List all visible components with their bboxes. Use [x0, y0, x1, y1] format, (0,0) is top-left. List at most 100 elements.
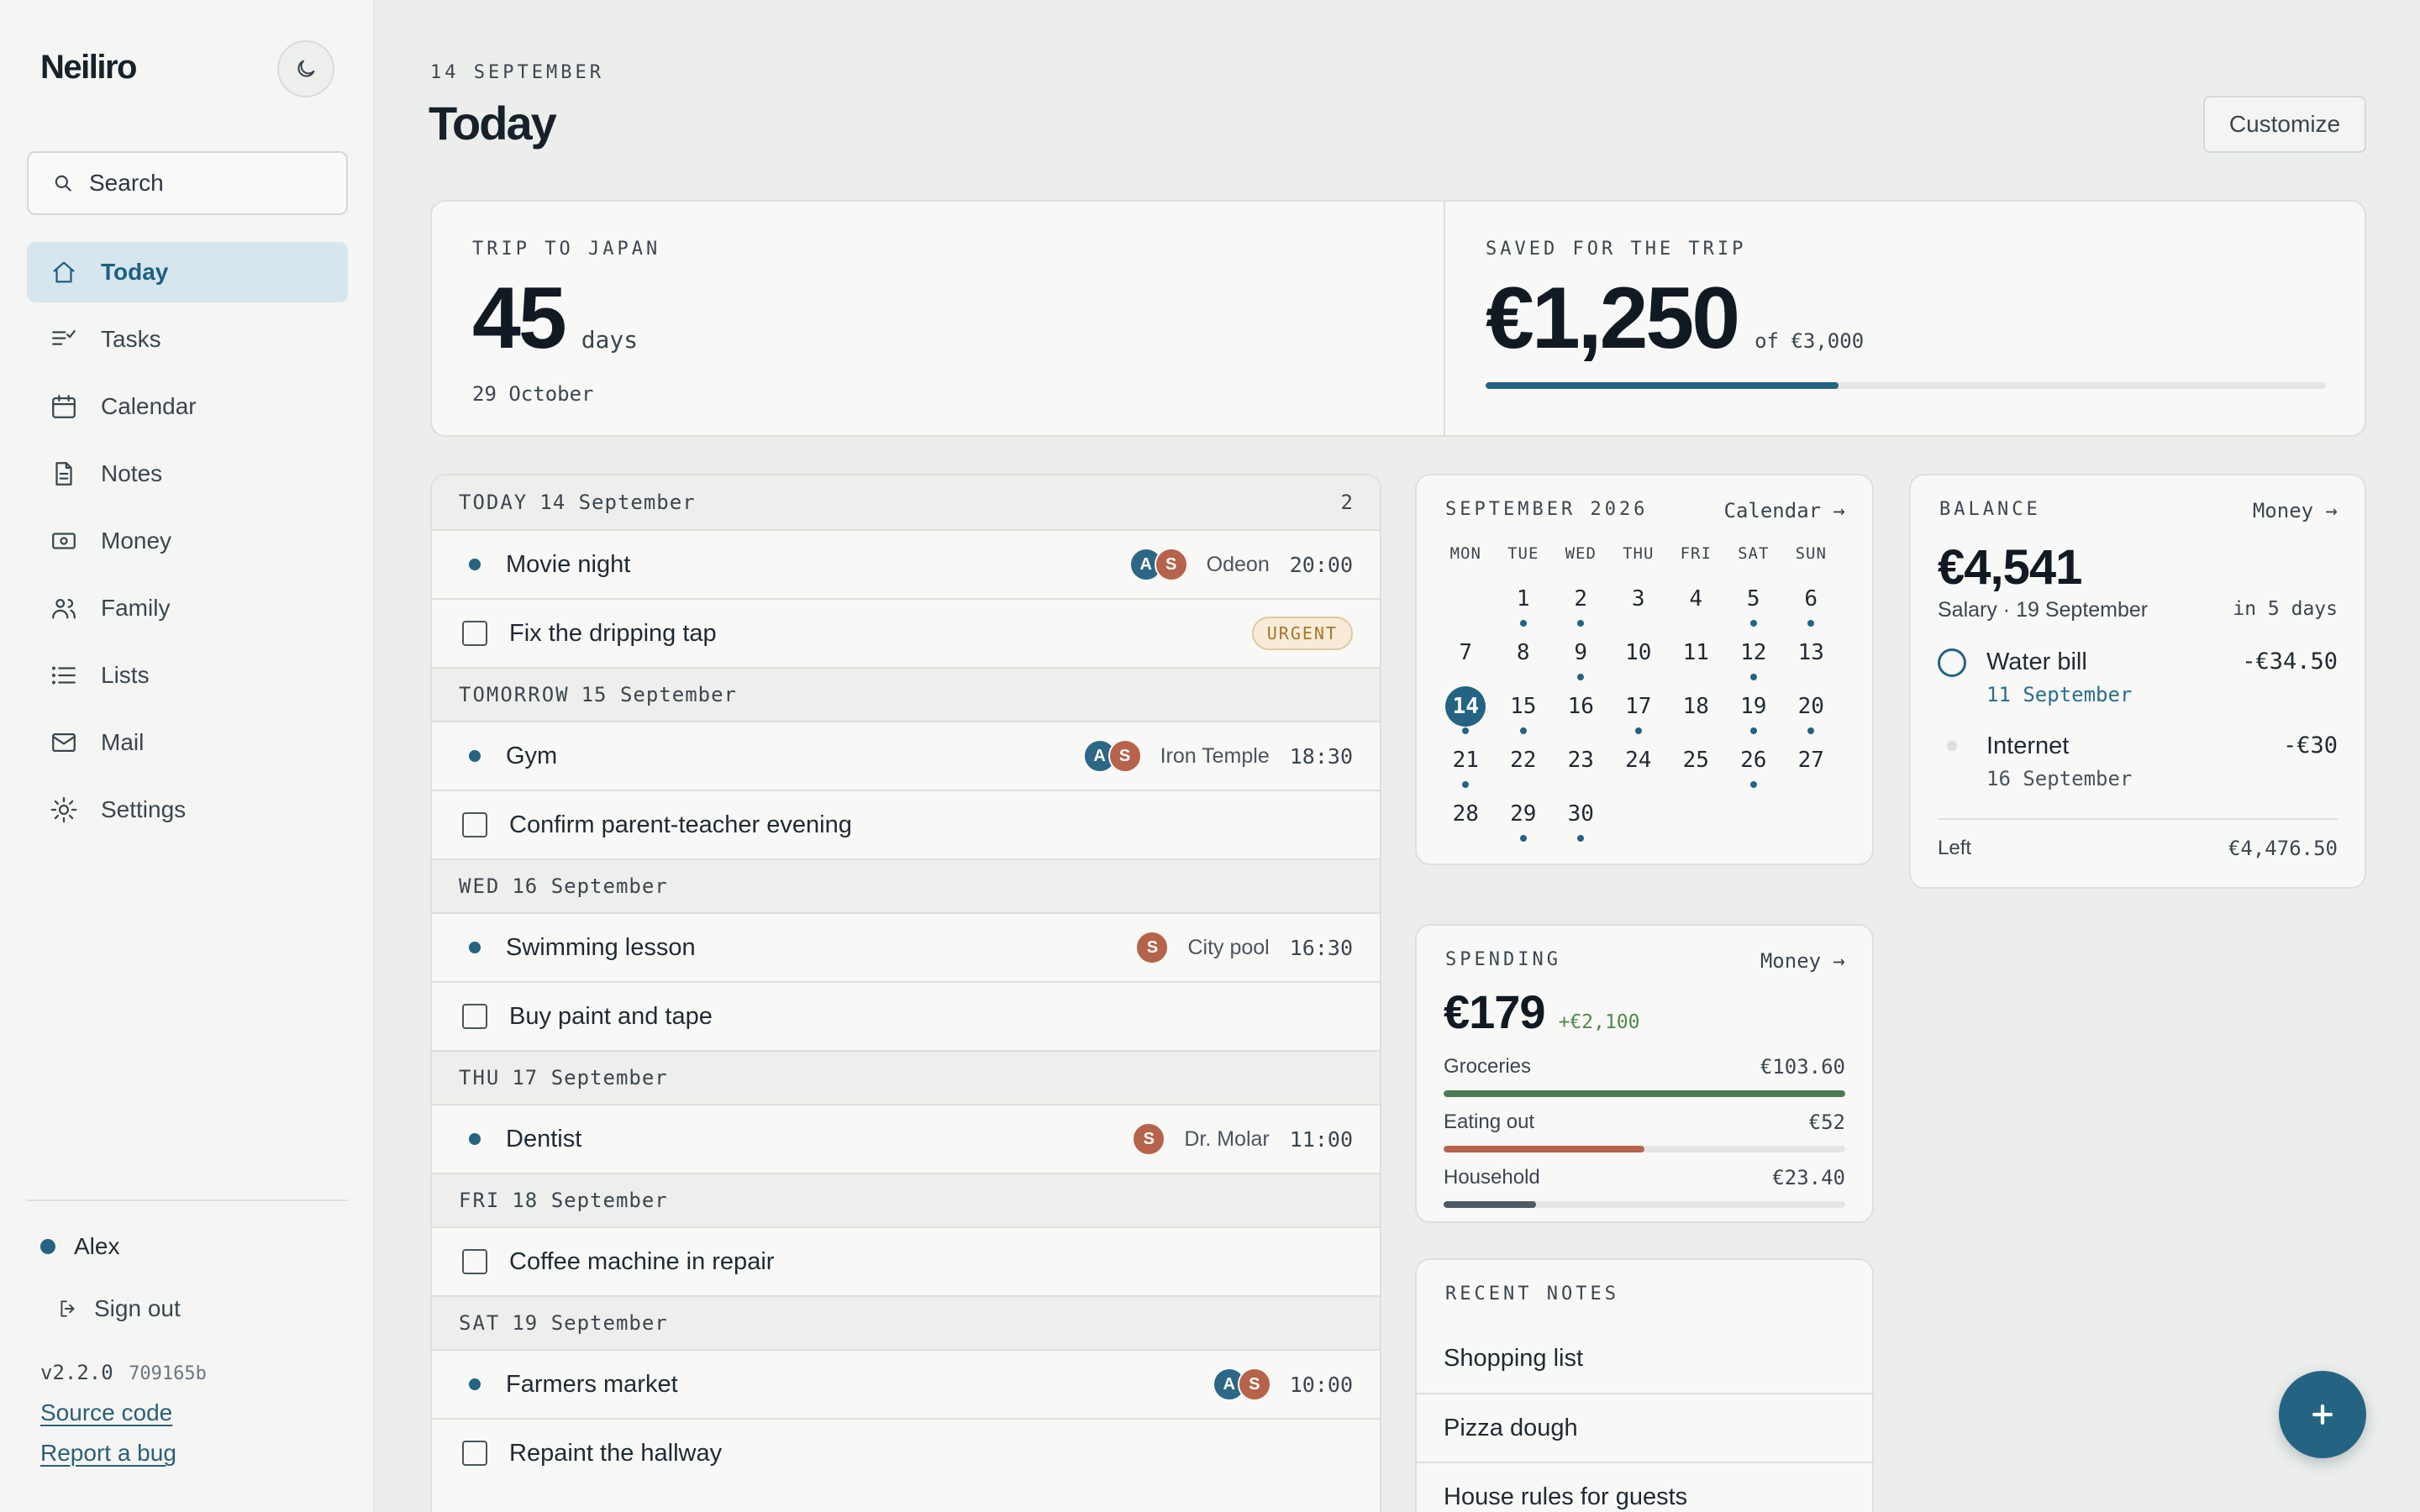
search-input[interactable]: Search — [27, 151, 348, 215]
mark-paid-toggle[interactable] — [1938, 648, 1966, 677]
task-checkbox[interactable] — [462, 812, 487, 837]
money-link[interactable]: Money → — [2253, 499, 2338, 522]
event-row[interactable]: Movie night A S Odeon 20:00 — [432, 529, 1380, 598]
note-item[interactable]: Shopping list — [1417, 1324, 1872, 1393]
category-name: Household — [1444, 1166, 1540, 1189]
sidebar-item-money[interactable]: Money — [27, 511, 348, 571]
balance-amount: €4,541 — [1938, 540, 2082, 595]
calendar-day[interactable]: 14 — [1437, 686, 1495, 734]
sidebar-item-label: Mail — [101, 729, 145, 755]
task-row[interactable]: Confirm parent-teacher evening — [432, 790, 1380, 858]
event-indicator — [1519, 835, 1527, 842]
note-item[interactable]: House rules for guests — [1417, 1462, 1872, 1512]
money-link[interactable]: Money → — [1760, 949, 1845, 973]
calendar-day[interactable]: 6 — [1782, 581, 1840, 627]
sidebar-item-today[interactable]: Today — [27, 242, 348, 302]
calendar-day[interactable]: 13 — [1782, 635, 1840, 665]
calendar-day[interactable]: 28 — [1437, 796, 1495, 827]
task-title: Coffee machine in repair — [509, 1247, 775, 1275]
task-row[interactable]: Fix the dripping tap URGENT — [432, 598, 1380, 667]
sidebar-item-family[interactable]: Family — [27, 578, 348, 638]
calendar-day[interactable]: 11 — [1667, 635, 1725, 665]
task-checkbox[interactable] — [462, 1249, 487, 1274]
calendar-day[interactable]: 2 — [1552, 581, 1610, 627]
source-code-link[interactable]: Source code — [40, 1399, 172, 1426]
agenda-day-header: THU 17 September — [432, 1050, 1380, 1104]
day-number: 4 — [1689, 586, 1703, 612]
theme-toggle-button[interactable] — [277, 40, 334, 97]
event-dot — [469, 1378, 481, 1390]
calendar-day[interactable]: 9 — [1552, 635, 1610, 680]
sidebar-item-calendar[interactable]: Calendar — [27, 376, 348, 437]
task-row[interactable]: Coffee machine in repair — [432, 1226, 1380, 1295]
event-row[interactable]: Gym A S Iron Temple 18:30 — [432, 721, 1380, 790]
calendar-day[interactable]: 17 — [1610, 689, 1668, 734]
row-meta: URGENT — [1251, 617, 1353, 650]
calendar-day[interactable]: 16 — [1552, 689, 1610, 719]
sidebar-item-tasks[interactable]: Tasks — [27, 309, 348, 370]
day-number: 1 — [1516, 586, 1530, 612]
task-checkbox[interactable] — [462, 1004, 487, 1029]
app-logo[interactable]: Neiliro — [40, 49, 137, 87]
note-item[interactable]: Pizza dough — [1417, 1393, 1872, 1462]
day-number: 16 — [1567, 694, 1594, 719]
calendar-day[interactable]: 3 — [1610, 581, 1668, 612]
calendar-link[interactable]: Calendar → — [1724, 499, 1846, 522]
calendar-day[interactable]: 22 — [1495, 743, 1553, 773]
calendar-day[interactable]: 10 — [1610, 635, 1668, 665]
calendar-day[interactable]: 21 — [1437, 743, 1495, 788]
day-number: 25 — [1682, 748, 1709, 773]
agenda-day-header: SAT 19 September — [432, 1295, 1380, 1349]
calendar-day[interactable]: 20 — [1782, 689, 1840, 734]
bill-date: 16 September — [1986, 767, 2133, 790]
calendar-day[interactable]: 8 — [1495, 635, 1553, 665]
day-number: 12 — [1740, 640, 1767, 665]
weekday-header: MON TUE WED THU FRI SAT SUN — [1437, 544, 1857, 581]
calendar-day[interactable]: 15 — [1495, 689, 1553, 734]
calendar-day[interactable]: 30 — [1552, 796, 1610, 842]
sidebar-item-settings[interactable]: Settings — [27, 780, 348, 840]
agenda-day-name: TODAY — [459, 491, 529, 514]
calendar-day[interactable]: 1 — [1495, 581, 1553, 627]
sidebar-item-lists[interactable]: Lists — [27, 645, 348, 706]
attendee-avatars: S — [1132, 1122, 1166, 1156]
task-row[interactable]: Buy paint and tape — [432, 981, 1380, 1050]
calendar-week: 1 2 3 4 5 6 — [1437, 581, 1857, 635]
calendar-day[interactable]: 23 — [1552, 743, 1610, 773]
report-bug-link[interactable]: Report a bug — [40, 1440, 176, 1467]
gear-icon — [49, 795, 79, 825]
task-checkbox[interactable] — [462, 1441, 487, 1466]
event-indicator — [1807, 620, 1815, 627]
task-row[interactable]: Repaint the hallway — [432, 1418, 1380, 1487]
day-number: 2 — [1574, 586, 1588, 612]
event-row[interactable]: Swimming lesson S City pool 16:30 — [432, 912, 1380, 981]
calendar-day[interactable]: 26 — [1725, 743, 1783, 788]
calendar-day[interactable]: 5 — [1725, 581, 1783, 627]
event-row[interactable]: Farmers market A S 10:00 — [432, 1349, 1380, 1418]
row-meta: A S Odeon 20:00 — [1128, 548, 1353, 581]
sidebar-item-notes[interactable]: Notes — [27, 444, 348, 504]
version-hash: 709165b — [129, 1363, 207, 1384]
calendar-day[interactable]: 24 — [1610, 743, 1668, 773]
calendar-day[interactable]: 4 — [1667, 581, 1725, 612]
calendar-day[interactable]: 19 — [1725, 689, 1783, 734]
attendee-avatars: AS — [1128, 548, 1188, 581]
calendar-day[interactable]: 29 — [1495, 796, 1553, 842]
event-row[interactable]: Dentist S Dr. Molar 11:00 — [432, 1104, 1380, 1173]
calendar-day[interactable]: 18 — [1667, 689, 1725, 719]
event-time: 16:30 — [1289, 935, 1353, 960]
calendar-week: 21 22 23 24 25 26 27 — [1437, 743, 1857, 796]
calendar-day[interactable]: 25 — [1667, 743, 1725, 773]
task-checkbox[interactable] — [462, 621, 487, 646]
calendar-day[interactable]: 27 — [1782, 743, 1840, 773]
calendar-day[interactable]: 7 — [1437, 635, 1495, 665]
category-bar — [1444, 1146, 1845, 1152]
next-income: Salary · 19 September — [1938, 598, 2149, 622]
sidebar-item-mail[interactable]: Mail — [27, 712, 348, 773]
add-button[interactable] — [2279, 1371, 2366, 1458]
calendar-day[interactable]: 12 — [1725, 635, 1783, 680]
day-number: 10 — [1625, 640, 1652, 665]
customize-button[interactable]: Customize — [2203, 96, 2366, 153]
sign-out-button[interactable]: Sign out — [57, 1295, 181, 1322]
agenda-day-name: FRI — [459, 1189, 501, 1212]
